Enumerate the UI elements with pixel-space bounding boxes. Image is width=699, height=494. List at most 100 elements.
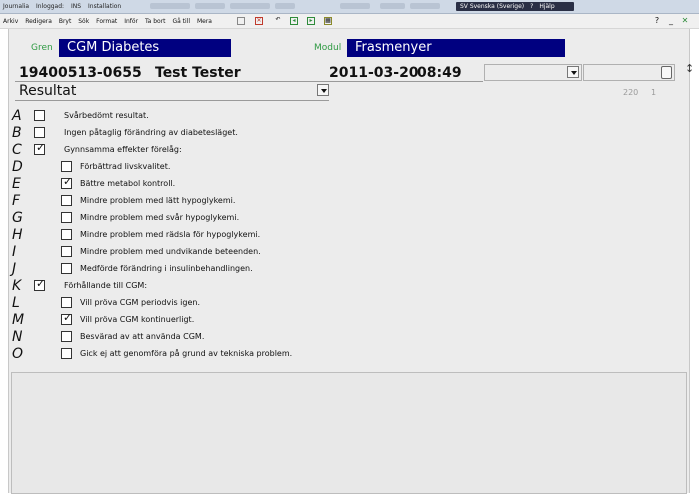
checkbox[interactable]: ✓	[34, 141, 46, 155]
help-question-icon[interactable]: ?	[652, 16, 662, 26]
checkbox[interactable]	[61, 348, 72, 359]
row-letter: A	[12, 108, 22, 124]
modul-field[interactable]: Frasmenyer	[347, 39, 565, 57]
patient-dropdown[interactable]	[484, 64, 582, 81]
checkbox[interactable]	[61, 263, 72, 274]
check-mark-icon: ✓	[36, 141, 46, 154]
blurred-title-segment	[410, 3, 440, 9]
checklist-row[interactable]: N Besvärad av att använda CGM.	[9, 330, 689, 344]
blurred-title-segment	[150, 3, 190, 9]
checklist-row[interactable]: L Vill pröva CGM periodvis igen.	[9, 296, 689, 310]
close-record-icon[interactable]: ✕	[255, 17, 263, 25]
checklist-row[interactable]: J Medförde förändring i insulinbehandling…	[9, 262, 689, 276]
page-icon[interactable]	[237, 17, 245, 25]
checklist-row[interactable]: C ✓ Gynnsamma effekter förelåg:	[9, 141, 689, 158]
checklist-row[interactable]: I Mindre problem med undvikande beteenden…	[9, 245, 689, 259]
title-login-label: Inloggad:	[36, 3, 65, 10]
close-icon[interactable]: ✕	[680, 16, 690, 26]
menu-bar: Arkiv Redigera Bryt Sök Format Inför Ta …	[0, 14, 699, 29]
menu-redigera[interactable]: Redigera	[25, 18, 52, 25]
menu-arkiv[interactable]: Arkiv	[3, 18, 18, 25]
resize-arrow-icon[interactable]: ↕	[685, 62, 694, 75]
menu-ta-bort[interactable]: Ta bort	[145, 18, 166, 25]
title-text: Journalia Inloggad: INS Installation	[3, 3, 126, 10]
scroll-thumb[interactable]	[661, 66, 672, 79]
row-letter: B	[12, 125, 22, 141]
row-letter: N	[12, 329, 23, 345]
row-letter: F	[12, 193, 21, 209]
checklist-row[interactable]: K ✓ Förhållande till CGM:	[9, 277, 689, 294]
checklist-row[interactable]: H Mindre problem med rädsla för hypoglyke…	[9, 228, 689, 242]
check-mark-icon: ✓	[63, 175, 73, 188]
visit-time: 08:49	[417, 65, 462, 81]
patient-name: Test Tester	[155, 65, 241, 81]
row-letter: H	[12, 227, 23, 243]
chevron-down-icon[interactable]	[567, 66, 579, 78]
checkbox[interactable]	[61, 246, 72, 257]
checkbox[interactable]: ✓	[61, 175, 73, 189]
checklist-row[interactable]: F Mindre problem med lätt hypoglykemi.	[9, 194, 689, 208]
count-a: 220	[623, 88, 639, 97]
checkbox[interactable]: ✓	[34, 277, 46, 291]
minimize-icon[interactable]: _	[666, 16, 676, 26]
menu-bryt[interactable]: Bryt	[59, 18, 72, 25]
row-letter: K	[12, 278, 22, 294]
menu-items: Arkiv Redigera Bryt Sök Format Inför Ta …	[3, 18, 217, 25]
title-user: INS	[71, 3, 82, 10]
checklist-row[interactable]: M ✓ Vill pröva CGM kontinuerligt.	[9, 312, 689, 328]
row-label: Vill pröva CGM kontinuerligt.	[80, 315, 195, 324]
row-label: Förhållande till CGM:	[64, 281, 148, 290]
right-field[interactable]	[583, 64, 675, 81]
title-bar: Journalia Inloggad: INS Installation SV …	[0, 0, 699, 14]
checkbox[interactable]	[61, 195, 72, 206]
row-letter: M	[12, 312, 25, 328]
language-label: SV Svenska (Sverige)	[460, 3, 525, 10]
menu-format[interactable]: Format	[96, 18, 117, 25]
chevron-down-icon[interactable]	[317, 84, 329, 96]
row-label: Mindre problem med rädsla för hypoglykem…	[80, 230, 261, 239]
checklist-row[interactable]: G Mindre problem med svår hypoglykemi.	[9, 211, 689, 225]
row-label: Besvärad av att använda CGM.	[80, 332, 205, 341]
checkbox[interactable]	[61, 331, 72, 342]
language-bar[interactable]: SV Svenska (Sverige)? Hjälp	[456, 2, 574, 11]
blurred-title-segment	[230, 3, 270, 9]
row-letter: I	[12, 244, 17, 260]
section-dropdown[interactable]	[15, 83, 329, 99]
checkbox[interactable]	[61, 212, 72, 223]
grid-icon[interactable]: ▦	[324, 17, 332, 25]
checkbox[interactable]: ✓	[61, 312, 72, 325]
menu-ga-till[interactable]: Gå till	[172, 18, 190, 25]
checkbox[interactable]	[61, 229, 72, 240]
row-letter: O	[12, 346, 24, 362]
checklist-row[interactable]: A Svårbedömt resultat.	[9, 109, 689, 123]
back-icon[interactable]: ◂	[290, 17, 298, 25]
checklist-row[interactable]: O Gick ej att genomföra på grund av tekni…	[9, 347, 689, 361]
row-letter: D	[12, 159, 23, 175]
row-label: Vill pröva CGM periodvis igen.	[80, 298, 200, 307]
menu-sok[interactable]: Sök	[78, 18, 89, 25]
row-label: Mindre problem med undvikande beteenden.	[80, 247, 261, 256]
help-label[interactable]: Hjälp	[539, 3, 554, 10]
forward-icon[interactable]: ▸	[307, 17, 315, 25]
title-installation: Installation	[88, 3, 122, 10]
checkbox[interactable]	[34, 127, 45, 138]
row-label: Svårbedömt resultat.	[64, 111, 149, 120]
menu-mera[interactable]: Mera	[197, 18, 212, 25]
gren-field[interactable]: CGM Diabetes	[59, 39, 231, 57]
visit-date: 2011-03-20	[329, 65, 419, 81]
form-area: Gren CGM Diabetes Modul Frasmenyer 19400…	[8, 29, 694, 494]
checklist-row[interactable]: B Ingen påtaglig förändring av diabeteslä…	[9, 126, 689, 140]
checkbox[interactable]	[34, 110, 45, 121]
undo-icon[interactable]: ↶	[274, 17, 282, 25]
checkbox[interactable]	[61, 161, 72, 172]
row-label: Gick ej att genomföra på grund av teknis…	[80, 349, 293, 358]
checkbox[interactable]	[61, 297, 72, 308]
row-label: Bättre metabol kontroll.	[80, 179, 176, 188]
gren-label: Gren	[31, 43, 53, 53]
checklist-row[interactable]: D Förbättrad livskvalitet.	[9, 160, 689, 174]
row-divider	[15, 100, 329, 101]
checklist-row[interactable]: E ✓ Bättre metabol kontroll.	[9, 175, 689, 192]
menu-infor[interactable]: Inför	[124, 18, 138, 25]
notes-textarea[interactable]	[11, 372, 687, 494]
check-mark-icon: ✓	[36, 277, 46, 290]
